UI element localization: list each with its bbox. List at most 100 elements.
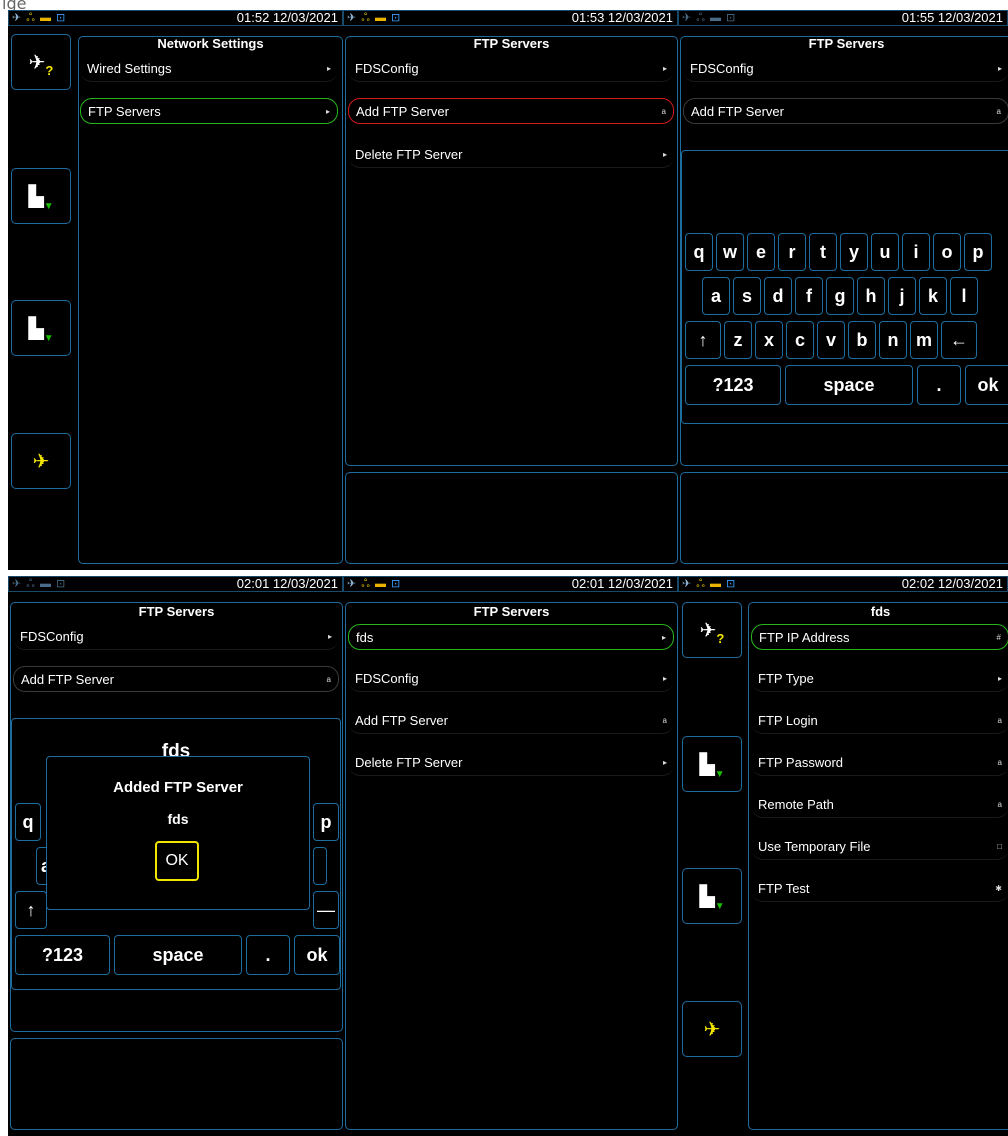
key-backspace[interactable]: ← [941,321,977,359]
menu-item-add-ftp-server[interactable]: Add FTP Server a [683,98,1008,124]
airplane-status-icon: ✈ [12,578,23,590]
key-f[interactable]: f [795,277,823,315]
page-title: FTP Servers [808,36,885,51]
chevron-right-icon: ▸ [661,633,666,642]
key-k[interactable]: k [919,277,947,315]
key-shift[interactable]: ↑ [685,321,721,359]
dialog-ok-button[interactable]: OK [155,841,199,881]
battery-status-icon: ▬ [39,12,52,24]
save-button-1[interactable]: ▙▼ [11,168,71,224]
key-g[interactable]: g [826,277,854,315]
clock: 02:01 12/03/2021 [236,576,338,591]
key-ok[interactable]: ok [294,935,340,975]
key-backspace[interactable]: — [313,891,339,929]
status-icons: ✈ ஃ ▬ ⊡ [12,577,66,591]
screen-ftp-server-added: ✈ ஃ ▬ ⊡ 02:01 12/03/2021 FTP Servers FDS… [8,576,343,1136]
airplane-help-button[interactable]: ✈? [11,34,71,90]
floppy-save-icon: ▙▼ [699,753,725,780]
key-v[interactable]: v [817,321,845,359]
key-l[interactable]: l [950,277,978,315]
key-q[interactable]: q [685,233,713,271]
status-icons: ✈ ஃ ▬ ⊡ [682,577,736,591]
key-numbers[interactable]: ?123 [685,365,781,405]
key-e[interactable]: e [747,233,775,271]
menu-item-label: FTP Login [758,713,818,728]
key-j[interactable]: j [888,277,916,315]
menu-item-fdsconfig[interactable]: FDSConfig ▸ [348,666,674,692]
key-l[interactable] [313,847,327,885]
key-shift[interactable]: ↑ [15,891,47,929]
key-space[interactable]: space [785,365,913,405]
menu-item-ftp-servers[interactable]: FTP Servers ▸ [80,98,338,124]
menu-item-label: FTP IP Address [759,630,850,645]
airplane-status-icon: ✈ [682,12,693,24]
airplane-button[interactable]: ✈ [682,1001,742,1057]
page-title: Network Settings [157,36,264,51]
clock: 02:01 12/03/2021 [571,576,673,591]
key-q[interactable]: q [15,803,41,841]
airplane-question-icon: ✈? [28,51,54,78]
airplane-button[interactable]: ✈ [11,433,71,489]
menu-item-fdsconfig[interactable]: FDSConfig ▸ [348,56,674,82]
chevron-right-icon: ▸ [662,64,667,73]
key-x[interactable]: x [755,321,783,359]
key-r[interactable]: r [778,233,806,271]
key-ok[interactable]: ok [965,365,1008,405]
menu-item-ftp-test[interactable]: FTP Test ✱ [751,876,1008,902]
key-d[interactable]: d [764,277,792,315]
key-o[interactable]: o [933,233,961,271]
key-numbers[interactable]: ?123 [15,935,110,975]
menu-item-remote-path[interactable]: Remote Path a [751,792,1008,818]
key-y[interactable]: y [840,233,868,271]
power-status-icon: ⊡ [726,12,737,24]
menu-item-fdsconfig[interactable]: FDSConfig ▸ [683,56,1008,82]
hash-icon: # [996,633,1001,642]
save-button-2[interactable]: ▙▼ [11,300,71,356]
menu-item-add-ftp-server[interactable]: Add FTP Server a [13,666,339,692]
key-p[interactable]: p [964,233,992,271]
menu-item-use-temporary-file[interactable]: Use Temporary File □ [751,834,1008,860]
key-z[interactable]: z [724,321,752,359]
save-button-2[interactable]: ▙▼ [682,868,742,924]
menu-item-fdsconfig[interactable]: FDSConfig ▸ [13,624,339,650]
menu-item-ftp-type[interactable]: FTP Type ▸ [751,666,1008,692]
chevron-right-icon: ▸ [662,758,667,767]
on-screen-keyboard: q w e r t y u i o p a s d f g h j k l ↑ z x c v b n m ← ?123 space. ok [681,150,1008,424]
menu-item-fds[interactable]: fds ▸ [348,624,674,650]
key-h[interactable]: h [857,277,885,315]
key-t[interactable]: t [809,233,837,271]
screen-ftp-servers-keyboard: ✈ ஃ ▬ ⊡ 01:55 12/03/2021 FTP Servers FDS… [678,10,1008,570]
menu-item-wired-settings[interactable]: Wired Settings ▸ [80,56,338,82]
menu-item-ftp-login[interactable]: FTP Login a [751,708,1008,734]
menu-item-add-ftp-server[interactable]: Add FTP Server a [348,98,674,124]
menu-item-ftp-ip-address[interactable]: FTP IP Address # [751,624,1008,650]
airplane-help-button[interactable]: ✈? [682,602,742,658]
key-m[interactable]: m [910,321,938,359]
key-n[interactable]: n [879,321,907,359]
key-s[interactable]: s [733,277,761,315]
key-period[interactable]: . [246,935,290,975]
key-a[interactable]: a [702,277,730,315]
key-space[interactable]: space [114,935,242,975]
key-period[interactable]: . [917,365,961,405]
key-p[interactable]: p [313,803,339,841]
power-status-icon: ⊡ [56,578,67,590]
save-button-1[interactable]: ▙▼ [682,736,742,792]
menu-item-add-ftp-server[interactable]: Add FTP Server a [348,708,674,734]
menu-item-delete-ftp-server[interactable]: Delete FTP Server ▸ [348,750,674,776]
chevron-right-icon: ▸ [325,107,330,116]
menu-item-ftp-password[interactable]: FTP Password a [751,750,1008,776]
text-input-icon: a [997,800,1002,809]
floppy-save-icon: ▙▼ [28,185,54,212]
menu-item-label: FTP Type [758,671,814,686]
key-c[interactable]: c [786,321,814,359]
key-u[interactable]: u [871,233,899,271]
key-b[interactable]: b [848,321,876,359]
menu-item-delete-ftp-server[interactable]: Delete FTP Server ▸ [348,142,674,168]
key-i[interactable]: i [902,233,930,271]
clock: 01:55 12/03/2021 [901,10,1003,25]
menu-item-label: FDSConfig [355,671,419,686]
power-status-icon: ⊡ [391,12,402,24]
power-status-icon: ⊡ [56,12,67,24]
key-w[interactable]: w [716,233,744,271]
